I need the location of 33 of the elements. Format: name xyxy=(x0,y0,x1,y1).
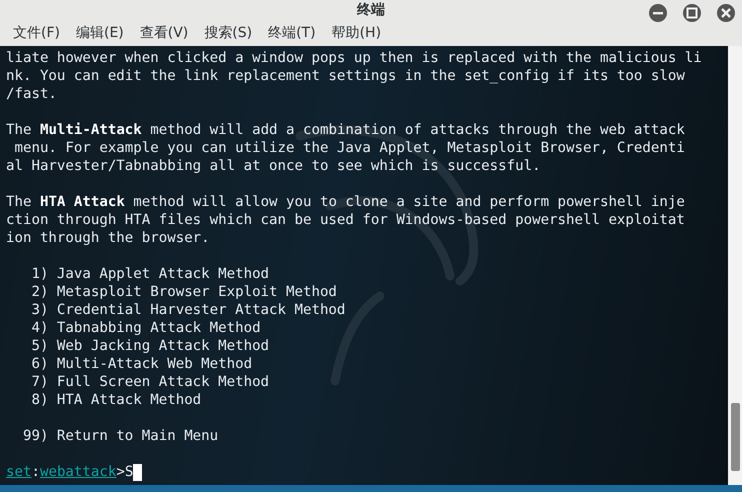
menu-item[interactable]: 文件(F) xyxy=(6,20,67,46)
terminal-line: 99) Return to Main Menu xyxy=(22,427,220,445)
terminal-line: 5) Web Jacking Attack Method xyxy=(30,337,270,355)
terminal-line: al Harvester/Tabnabbing all at once to see which is successful. xyxy=(6,157,542,175)
prompt-context: set xyxy=(6,463,32,481)
menu-item[interactable]: 终端(T) xyxy=(261,20,323,46)
terminal-line: ction through HTA files which can be used for Windows-based powershell exploitat xyxy=(6,211,686,229)
prompt-arrow: > xyxy=(116,463,125,481)
terminal-line: 3) Credential Harvester Attack Method xyxy=(30,301,346,319)
terminal-line: 1) Java Applet Attack Method xyxy=(30,265,270,283)
terminal-line: ion through the browser. xyxy=(6,229,211,247)
terminal-line: 6) Multi-Attack Web Method xyxy=(30,355,254,373)
menu-item[interactable]: 搜索(S) xyxy=(197,20,260,46)
window-title: 终端 xyxy=(357,1,385,20)
scrollbar[interactable] xyxy=(728,46,742,485)
prompt-module: webattack xyxy=(40,463,116,481)
terminal-line: menu. For example you can utilize the Java Applet, Metasploit Browser, Credenti xyxy=(13,139,686,157)
terminal-line: liate however when clicked a window pops up then is replaced with the malicious li xyxy=(6,49,703,67)
terminal-line: 7) Full Screen Attack Method xyxy=(30,373,270,391)
prompt-separator: : xyxy=(31,463,40,481)
scrollbar-thumb[interactable] xyxy=(731,403,740,471)
terminal-line: 2) Metasploit Browser Exploit Method xyxy=(30,283,338,301)
text-cursor xyxy=(133,464,142,480)
terminal-line: The HTA Attack method will allow you to clone a site and perform powershell inje xyxy=(6,193,686,211)
menu-item[interactable]: 编辑(E) xyxy=(68,20,131,46)
terminal-line: /fast. xyxy=(6,85,58,103)
menu-item[interactable]: 帮助(H) xyxy=(324,20,388,46)
menu-item[interactable]: 查看(V) xyxy=(132,20,196,46)
terminal-line: 8) HTA Attack Method xyxy=(30,391,202,409)
terminal-line: The Multi-Attack method will add a combination of attacks through the web attack xyxy=(6,121,686,139)
terminal-line: nk. You can edit the link replacement settings in the set_config if its too slow xyxy=(6,67,686,85)
terminal-line: 4) Tabnabbing Attack Method xyxy=(30,319,262,337)
typed-text: S xyxy=(124,463,134,481)
